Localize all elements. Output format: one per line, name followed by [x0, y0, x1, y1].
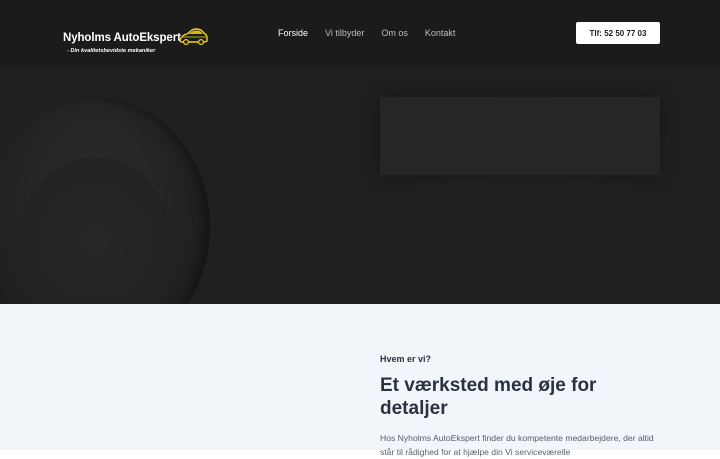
hero-wheel-hub: [20, 157, 170, 304]
main-nav: Forside Vi tilbyder Om os Kontakt: [278, 28, 472, 38]
about-heading: Et værksted med øje for detaljer: [380, 375, 597, 419]
nav-forside[interactable]: Forside: [278, 28, 308, 38]
hero-wheel-image: [0, 97, 210, 304]
site-header: Nyholms AutoEkspert - Din kvalitetsbevid…: [0, 0, 720, 67]
hero-overlay-box: [380, 97, 660, 175]
about-section: Hvem er vi? Et værksted med øje for deta…: [0, 304, 720, 457]
nav-kontakt[interactable]: Kontakt: [425, 28, 456, 38]
about-paragraph: Hos Nyholms AutoEkspert finder du kompet…: [380, 433, 654, 457]
car-icon: [179, 28, 208, 46]
brand-name: Nyholms AutoEkspert: [63, 32, 181, 44]
brand-tagline: - Din kvalitetsbevidste mekaniker: [67, 48, 156, 54]
phone-button[interactable]: Tlf: 52 50 77 03: [576, 22, 660, 44]
logo[interactable]: Nyholms AutoEkspert - Din kvalitetsbevid…: [62, 26, 212, 58]
nav-om-os[interactable]: Om os: [381, 28, 408, 38]
hero-section: [0, 67, 720, 304]
about-eyebrow: Hvem er vi?: [380, 354, 432, 364]
nav-vi-tilbyder[interactable]: Vi tilbyder: [325, 28, 364, 38]
